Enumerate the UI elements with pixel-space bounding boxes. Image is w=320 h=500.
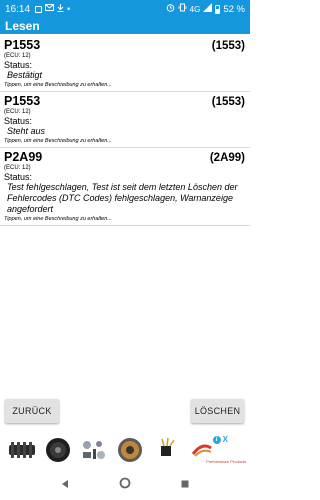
alarm-icon bbox=[166, 3, 175, 15]
dtc-hint: Tippen, um eine Beschreibung zu erhalten… bbox=[4, 138, 112, 144]
ad-badges: i X bbox=[212, 435, 228, 444]
dtc-hint: Tippen, um eine Beschreibung zu erhalten… bbox=[4, 82, 112, 88]
dtc-code-short: (1553) bbox=[211, 96, 245, 108]
battery-icon bbox=[215, 4, 221, 14]
notification-icon bbox=[35, 5, 43, 13]
dtc-status-value: Bestätigt bbox=[7, 70, 43, 80]
ad-close-icon[interactable]: X bbox=[223, 435, 228, 444]
dtc-list-item[interactable]: P1553 (1553) (ECU: 12) Status: Steht aus… bbox=[0, 92, 250, 148]
download-icon bbox=[57, 3, 64, 15]
dtc-ecu: (ECU: 12) bbox=[4, 109, 31, 115]
dot-icon: • bbox=[67, 3, 71, 15]
dtc-status-value: Steht aus bbox=[7, 126, 46, 136]
back-nav-icon[interactable] bbox=[60, 476, 70, 494]
status-bar: 16:14 • 4G 52 % bbox=[0, 0, 250, 18]
dtc-ecu: (ECU: 12) bbox=[4, 165, 31, 171]
dtc-code: P2A99 bbox=[4, 150, 43, 164]
back-button[interactable]: ZURÜCK bbox=[5, 399, 59, 423]
page-title: Lesen bbox=[5, 19, 40, 33]
vibrate-icon bbox=[178, 3, 187, 15]
dtc-code-short: (1553) bbox=[211, 40, 245, 52]
network-type: 4G bbox=[189, 4, 201, 14]
dtc-hint: Tippen, um eine Beschreibung zu erhalten… bbox=[4, 216, 112, 222]
ad-product-sensor-image[interactable] bbox=[150, 435, 182, 465]
dtc-list-item[interactable]: P1553 (1553) (ECU: 12) Status: Bestätigt… bbox=[0, 36, 250, 92]
dtc-list-item[interactable]: P2A99 (2A99) (ECU: 12) Status: Test fehl… bbox=[0, 148, 250, 226]
ad-product-hardware-image[interactable] bbox=[78, 435, 110, 465]
ad-brand-text: Performance Products bbox=[206, 459, 246, 464]
ad-info-icon[interactable]: i bbox=[212, 435, 221, 444]
dtc-code: P1553 bbox=[4, 38, 41, 52]
system-nav-bar bbox=[0, 470, 250, 500]
home-nav-icon[interactable] bbox=[119, 476, 131, 494]
ad-product-fan-image[interactable] bbox=[42, 435, 74, 465]
ad-product-clutch-image[interactable] bbox=[114, 435, 146, 465]
dtc-status-value: Test fehlgeschlagen, Test ist seit dem l… bbox=[7, 182, 238, 214]
dtc-code-short: (2A99) bbox=[209, 152, 245, 164]
battery-percent: 52 % bbox=[223, 3, 245, 15]
dtc-status-label: Status: bbox=[4, 116, 33, 126]
signal-icon bbox=[203, 3, 213, 15]
dtc-ecu: (ECU: 12) bbox=[4, 53, 31, 59]
dtc-code: P1553 bbox=[4, 94, 41, 108]
dtc-status-label: Status: bbox=[4, 60, 33, 70]
clock: 16:14 bbox=[5, 3, 31, 15]
delete-button[interactable]: LÖSCHEN bbox=[191, 399, 244, 423]
ad-product-manifold-image[interactable] bbox=[6, 435, 38, 465]
dtc-list: P1553 (1553) (ECU: 12) Status: Bestätigt… bbox=[0, 36, 250, 226]
recents-nav-icon[interactable] bbox=[180, 476, 190, 494]
dtc-status-label: Status: bbox=[4, 172, 33, 182]
ad-banner[interactable]: i X Performance Products bbox=[0, 432, 250, 468]
message-icon bbox=[45, 3, 55, 15]
app-bar: Lesen bbox=[0, 18, 250, 34]
